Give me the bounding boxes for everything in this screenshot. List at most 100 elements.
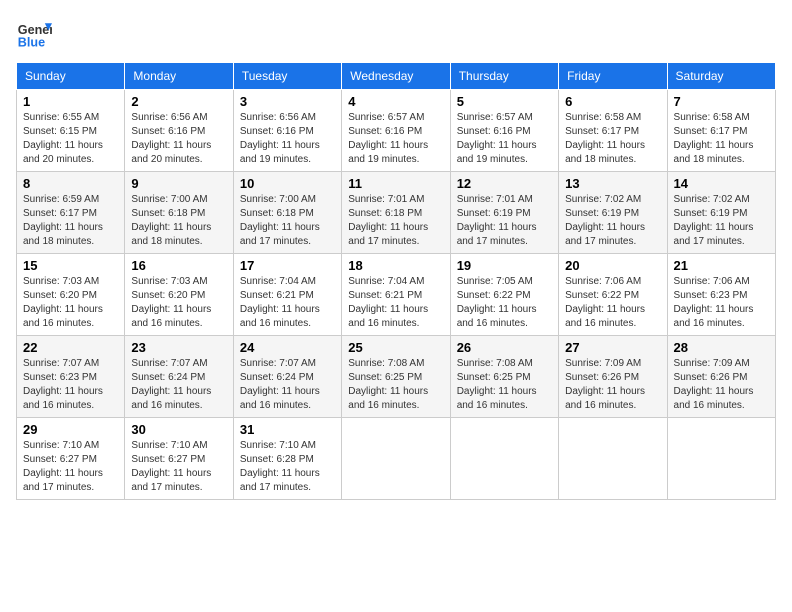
day-info: Sunrise: 6:57 AMSunset: 6:16 PMDaylight:… xyxy=(348,111,443,167)
day-cell-6: 6 Sunrise: 6:58 AMSunset: 6:17 PMDayligh… xyxy=(559,90,667,172)
day-cell-23: 23 Sunrise: 7:07 AMSunset: 6:24 PMDaylig… xyxy=(125,336,233,418)
day-cell-8: 8 Sunrise: 6:59 AMSunset: 6:17 PMDayligh… xyxy=(17,172,125,254)
day-number: 14 xyxy=(674,176,769,191)
day-number: 23 xyxy=(131,340,226,355)
calendar-week-3: 15 Sunrise: 7:03 AMSunset: 6:20 PMDaylig… xyxy=(17,254,776,336)
day-cell-26: 26 Sunrise: 7:08 AMSunset: 6:25 PMDaylig… xyxy=(450,336,558,418)
day-number: 29 xyxy=(23,422,118,437)
day-cell-13: 13 Sunrise: 7:02 AMSunset: 6:19 PMDaylig… xyxy=(559,172,667,254)
day-info: Sunrise: 6:58 AMSunset: 6:17 PMDaylight:… xyxy=(674,111,769,167)
day-info: Sunrise: 7:02 AMSunset: 6:19 PMDaylight:… xyxy=(565,193,660,249)
day-info: Sunrise: 7:07 AMSunset: 6:24 PMDaylight:… xyxy=(131,357,226,413)
day-info: Sunrise: 7:03 AMSunset: 6:20 PMDaylight:… xyxy=(23,275,118,331)
logo: General Blue xyxy=(16,16,52,52)
calendar-week-5: 29 Sunrise: 7:10 AMSunset: 6:27 PMDaylig… xyxy=(17,418,776,500)
day-number: 20 xyxy=(565,258,660,273)
day-info: Sunrise: 7:01 AMSunset: 6:19 PMDaylight:… xyxy=(457,193,552,249)
day-cell-10: 10 Sunrise: 7:00 AMSunset: 6:18 PMDaylig… xyxy=(233,172,341,254)
day-number: 18 xyxy=(348,258,443,273)
weekday-header-friday: Friday xyxy=(559,63,667,90)
day-number: 15 xyxy=(23,258,118,273)
day-number: 30 xyxy=(131,422,226,437)
logo-icon: General Blue xyxy=(16,16,52,52)
day-cell-19: 19 Sunrise: 7:05 AMSunset: 6:22 PMDaylig… xyxy=(450,254,558,336)
day-cell-14: 14 Sunrise: 7:02 AMSunset: 6:19 PMDaylig… xyxy=(667,172,775,254)
day-info: Sunrise: 7:02 AMSunset: 6:19 PMDaylight:… xyxy=(674,193,769,249)
empty-cell xyxy=(450,418,558,500)
day-cell-24: 24 Sunrise: 7:07 AMSunset: 6:24 PMDaylig… xyxy=(233,336,341,418)
day-number: 5 xyxy=(457,94,552,109)
day-info: Sunrise: 7:06 AMSunset: 6:23 PMDaylight:… xyxy=(674,275,769,331)
day-info: Sunrise: 6:56 AMSunset: 6:16 PMDaylight:… xyxy=(240,111,335,167)
day-info: Sunrise: 6:58 AMSunset: 6:17 PMDaylight:… xyxy=(565,111,660,167)
day-number: 4 xyxy=(348,94,443,109)
day-cell-27: 27 Sunrise: 7:09 AMSunset: 6:26 PMDaylig… xyxy=(559,336,667,418)
weekday-header-monday: Monday xyxy=(125,63,233,90)
day-info: Sunrise: 6:55 AMSunset: 6:15 PMDaylight:… xyxy=(23,111,118,167)
day-info: Sunrise: 7:04 AMSunset: 6:21 PMDaylight:… xyxy=(240,275,335,331)
page-header: General Blue xyxy=(16,16,776,52)
day-cell-18: 18 Sunrise: 7:04 AMSunset: 6:21 PMDaylig… xyxy=(342,254,450,336)
svg-text:Blue: Blue xyxy=(18,36,45,50)
weekday-header-sunday: Sunday xyxy=(17,63,125,90)
day-number: 24 xyxy=(240,340,335,355)
day-info: Sunrise: 6:59 AMSunset: 6:17 PMDaylight:… xyxy=(23,193,118,249)
weekday-header-tuesday: Tuesday xyxy=(233,63,341,90)
day-cell-12: 12 Sunrise: 7:01 AMSunset: 6:19 PMDaylig… xyxy=(450,172,558,254)
day-info: Sunrise: 7:10 AMSunset: 6:27 PMDaylight:… xyxy=(131,439,226,495)
empty-cell xyxy=(667,418,775,500)
day-number: 28 xyxy=(674,340,769,355)
day-info: Sunrise: 7:08 AMSunset: 6:25 PMDaylight:… xyxy=(457,357,552,413)
day-info: Sunrise: 7:03 AMSunset: 6:20 PMDaylight:… xyxy=(131,275,226,331)
empty-cell xyxy=(342,418,450,500)
day-info: Sunrise: 7:07 AMSunset: 6:23 PMDaylight:… xyxy=(23,357,118,413)
day-number: 2 xyxy=(131,94,226,109)
day-cell-2: 2 Sunrise: 6:56 AMSunset: 6:16 PMDayligh… xyxy=(125,90,233,172)
day-info: Sunrise: 6:56 AMSunset: 6:16 PMDaylight:… xyxy=(131,111,226,167)
day-cell-16: 16 Sunrise: 7:03 AMSunset: 6:20 PMDaylig… xyxy=(125,254,233,336)
day-cell-31: 31 Sunrise: 7:10 AMSunset: 6:28 PMDaylig… xyxy=(233,418,341,500)
day-info: Sunrise: 7:06 AMSunset: 6:22 PMDaylight:… xyxy=(565,275,660,331)
day-info: Sunrise: 7:00 AMSunset: 6:18 PMDaylight:… xyxy=(240,193,335,249)
day-cell-29: 29 Sunrise: 7:10 AMSunset: 6:27 PMDaylig… xyxy=(17,418,125,500)
day-number: 8 xyxy=(23,176,118,191)
day-cell-25: 25 Sunrise: 7:08 AMSunset: 6:25 PMDaylig… xyxy=(342,336,450,418)
day-info: Sunrise: 6:57 AMSunset: 6:16 PMDaylight:… xyxy=(457,111,552,167)
day-number: 13 xyxy=(565,176,660,191)
day-number: 7 xyxy=(674,94,769,109)
day-cell-17: 17 Sunrise: 7:04 AMSunset: 6:21 PMDaylig… xyxy=(233,254,341,336)
day-info: Sunrise: 7:09 AMSunset: 6:26 PMDaylight:… xyxy=(674,357,769,413)
day-number: 26 xyxy=(457,340,552,355)
day-number: 19 xyxy=(457,258,552,273)
day-info: Sunrise: 7:05 AMSunset: 6:22 PMDaylight:… xyxy=(457,275,552,331)
day-cell-11: 11 Sunrise: 7:01 AMSunset: 6:18 PMDaylig… xyxy=(342,172,450,254)
day-cell-15: 15 Sunrise: 7:03 AMSunset: 6:20 PMDaylig… xyxy=(17,254,125,336)
day-number: 12 xyxy=(457,176,552,191)
day-cell-20: 20 Sunrise: 7:06 AMSunset: 6:22 PMDaylig… xyxy=(559,254,667,336)
day-cell-22: 22 Sunrise: 7:07 AMSunset: 6:23 PMDaylig… xyxy=(17,336,125,418)
calendar-table: SundayMondayTuesdayWednesdayThursdayFrid… xyxy=(16,62,776,500)
day-info: Sunrise: 7:00 AMSunset: 6:18 PMDaylight:… xyxy=(131,193,226,249)
day-number: 11 xyxy=(348,176,443,191)
day-info: Sunrise: 7:07 AMSunset: 6:24 PMDaylight:… xyxy=(240,357,335,413)
day-number: 9 xyxy=(131,176,226,191)
weekday-header-wednesday: Wednesday xyxy=(342,63,450,90)
day-info: Sunrise: 7:09 AMSunset: 6:26 PMDaylight:… xyxy=(565,357,660,413)
day-number: 3 xyxy=(240,94,335,109)
day-number: 21 xyxy=(674,258,769,273)
calendar-week-1: 1 Sunrise: 6:55 AMSunset: 6:15 PMDayligh… xyxy=(17,90,776,172)
day-info: Sunrise: 7:04 AMSunset: 6:21 PMDaylight:… xyxy=(348,275,443,331)
weekday-header-thursday: Thursday xyxy=(450,63,558,90)
day-number: 17 xyxy=(240,258,335,273)
day-number: 27 xyxy=(565,340,660,355)
day-cell-1: 1 Sunrise: 6:55 AMSunset: 6:15 PMDayligh… xyxy=(17,90,125,172)
day-number: 10 xyxy=(240,176,335,191)
weekday-header-saturday: Saturday xyxy=(667,63,775,90)
day-number: 6 xyxy=(565,94,660,109)
day-cell-9: 9 Sunrise: 7:00 AMSunset: 6:18 PMDayligh… xyxy=(125,172,233,254)
day-info: Sunrise: 7:10 AMSunset: 6:28 PMDaylight:… xyxy=(240,439,335,495)
day-info: Sunrise: 7:10 AMSunset: 6:27 PMDaylight:… xyxy=(23,439,118,495)
day-cell-4: 4 Sunrise: 6:57 AMSunset: 6:16 PMDayligh… xyxy=(342,90,450,172)
day-number: 31 xyxy=(240,422,335,437)
day-cell-21: 21 Sunrise: 7:06 AMSunset: 6:23 PMDaylig… xyxy=(667,254,775,336)
